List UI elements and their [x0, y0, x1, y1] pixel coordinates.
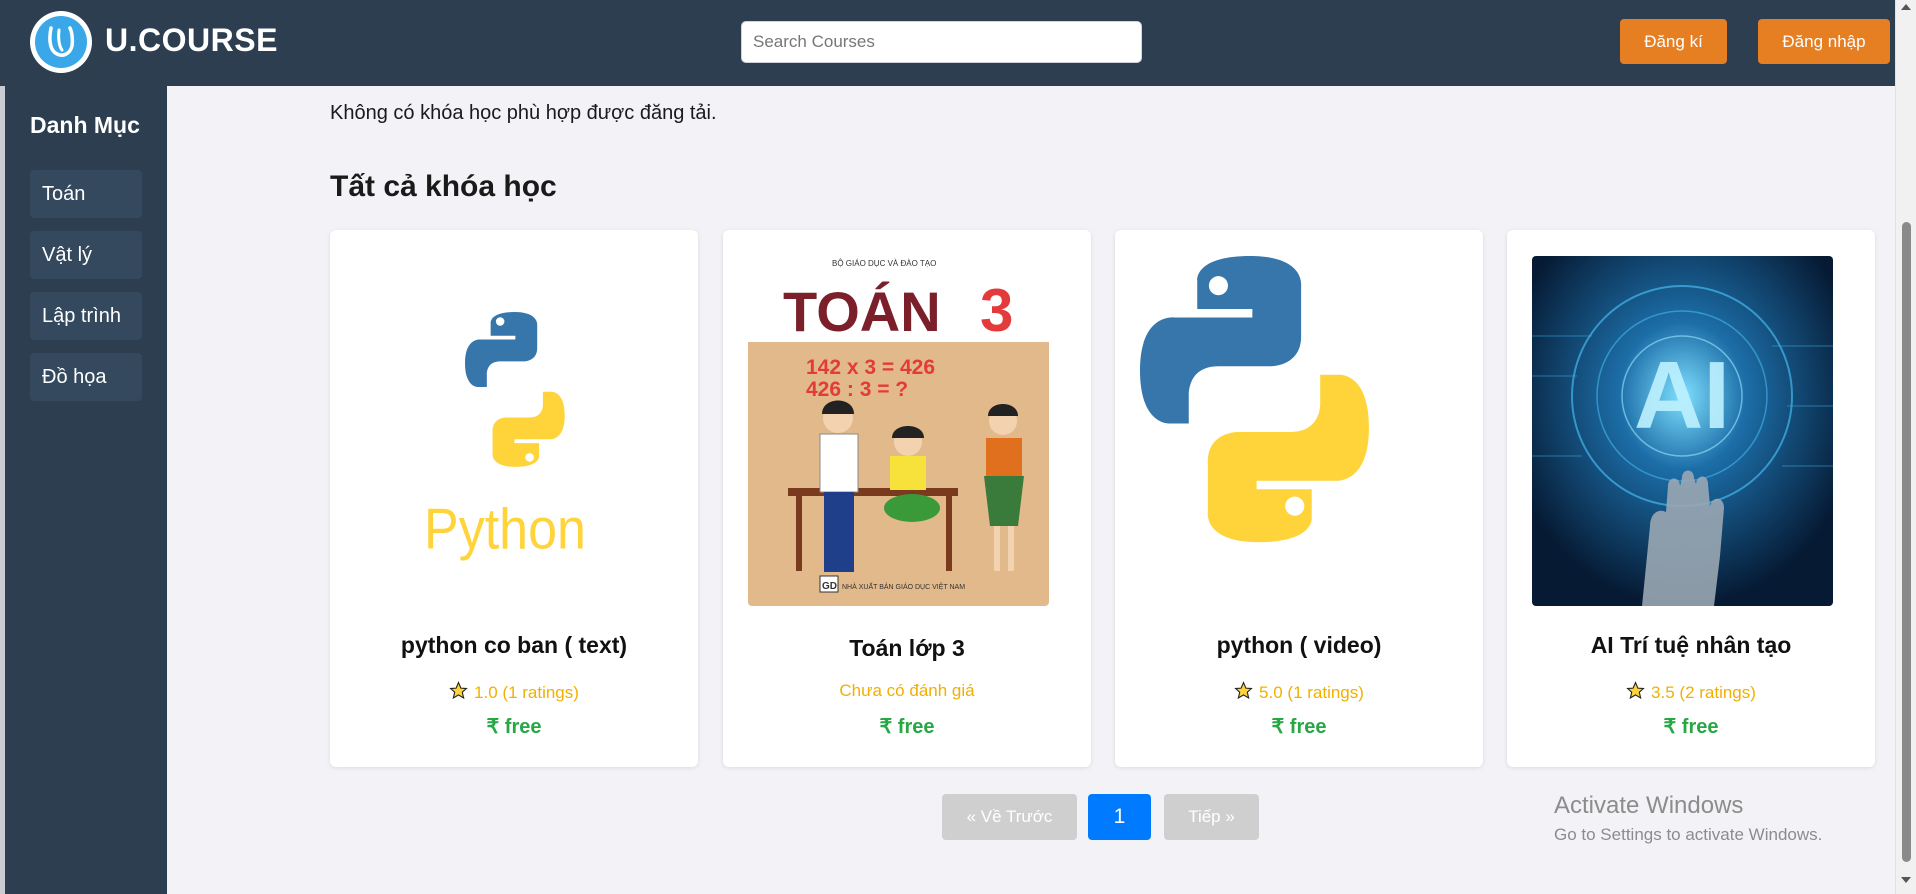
course-thumbnail-python-logo[interactable]: Python [355, 256, 656, 606]
course-title[interactable]: python co ban ( text) [330, 632, 698, 659]
sidebar-title: Danh Mục [30, 112, 140, 138]
cover-grade: 3 [980, 277, 1013, 344]
course-price: ₹ free [1271, 716, 1327, 738]
cover-equation-2: 426 : 3 = ? [806, 378, 908, 401]
pagination-next-button[interactable]: Tiếp » [1164, 794, 1259, 840]
pagination-prev-button[interactable]: « Về Trước [942, 794, 1077, 840]
cover-title: TOÁN [783, 280, 941, 343]
course-price: ₹ free [879, 716, 935, 738]
rating-text: 5.0 (1 ratings) [1259, 683, 1364, 702]
scroll-up-arrow-icon[interactable] [1901, 4, 1911, 10]
course-rating: 3.5 (2 ratings) [1507, 681, 1875, 705]
activate-windows-title: Activate Windows [1554, 792, 1744, 819]
course-rating: 1.0 (1 ratings) [330, 681, 698, 705]
course-title[interactable]: AI Trí tuệ nhân tạo [1507, 632, 1875, 659]
cover-publisher-top: BỘ GIÁO DỤC VÀ ĐÀO TẠO [832, 259, 936, 268]
course-rating: Chưa có đánh giá [723, 681, 1091, 701]
main-content: Không có khóa học phù hợp được đăng tải.… [167, 86, 1895, 894]
pagination-page-1[interactable]: 1 [1088, 794, 1151, 840]
course-title[interactable]: python ( video) [1115, 632, 1483, 659]
course-thumbnail-python-logo-large[interactable] [1140, 256, 1441, 606]
course-thumbnail-ai-hand[interactable]: AI [1532, 256, 1833, 606]
logo[interactable] [30, 11, 92, 73]
rating-text: Chưa có đánh giá [839, 681, 975, 700]
search-input[interactable] [741, 21, 1142, 63]
activate-windows-subtitle: Go to Settings to activate Windows. [1554, 825, 1823, 844]
category-sidebar: Danh Mục Toán Vật lý Lập trình Đồ họa [5, 86, 167, 894]
course-thumbnail-math-book[interactable]: BỘ GIÁO DỤC VÀ ĐÀO TẠO TOÁN 3 142 x 3 = … [748, 256, 1049, 606]
course-title[interactable]: Toán lớp 3 [723, 635, 1091, 662]
svg-text:Python: Python [424, 497, 586, 561]
scroll-down-arrow-icon[interactable] [1901, 877, 1911, 883]
course-card-toan-lop-3[interactable]: BỘ GIÁO DỤC VÀ ĐÀO TẠO TOÁN 3 142 x 3 = … [723, 230, 1091, 767]
logo-u-icon [35, 16, 87, 68]
sidebar-item-vat-ly[interactable]: Vật lý [30, 231, 142, 279]
register-button[interactable]: Đăng kí [1620, 19, 1727, 64]
sidebar-item-toan[interactable]: Toán [30, 170, 142, 218]
vertical-scrollbar[interactable] [1895, 0, 1916, 894]
top-header: U.COURSE Đăng kí Đăng nhập [0, 0, 1916, 86]
star-icon [1626, 681, 1645, 705]
login-button[interactable]: Đăng nhập [1758, 19, 1890, 64]
course-card-python-text[interactable]: Python python co ban ( text) 1.0 (1 rati… [330, 230, 698, 767]
section-title: Tất cả khóa học [330, 170, 557, 203]
cover-equation-1: 142 x 3 = 426 [806, 356, 935, 379]
course-price: ₹ free [1663, 716, 1719, 738]
no-courses-notice: Không có khóa học phù hợp được đăng tải. [330, 102, 717, 124]
scrollbar-thumb[interactable] [1902, 222, 1911, 862]
course-rating: 5.0 (1 ratings) [1115, 681, 1483, 705]
cover-publisher-logo: GD [822, 581, 837, 592]
star-icon [449, 681, 468, 705]
rating-text: 1.0 (1 ratings) [474, 683, 579, 702]
sidebar-item-do-hoa[interactable]: Đồ họa [30, 353, 142, 401]
course-price: ₹ free [486, 716, 542, 738]
brand-name[interactable]: U.COURSE [105, 22, 278, 59]
course-card-ai[interactable]: AI AI Trí tuệ nhân tạo 3.5 (2 ratings) ₹… [1507, 230, 1875, 767]
rating-text: 3.5 (2 ratings) [1651, 683, 1756, 702]
ai-image-text: AI [1634, 342, 1730, 449]
star-icon [1234, 681, 1253, 705]
sidebar-item-lap-trinh[interactable]: Lập trình [30, 292, 142, 340]
course-card-python-video[interactable]: python ( video) 5.0 (1 ratings) ₹ free [1115, 230, 1483, 767]
